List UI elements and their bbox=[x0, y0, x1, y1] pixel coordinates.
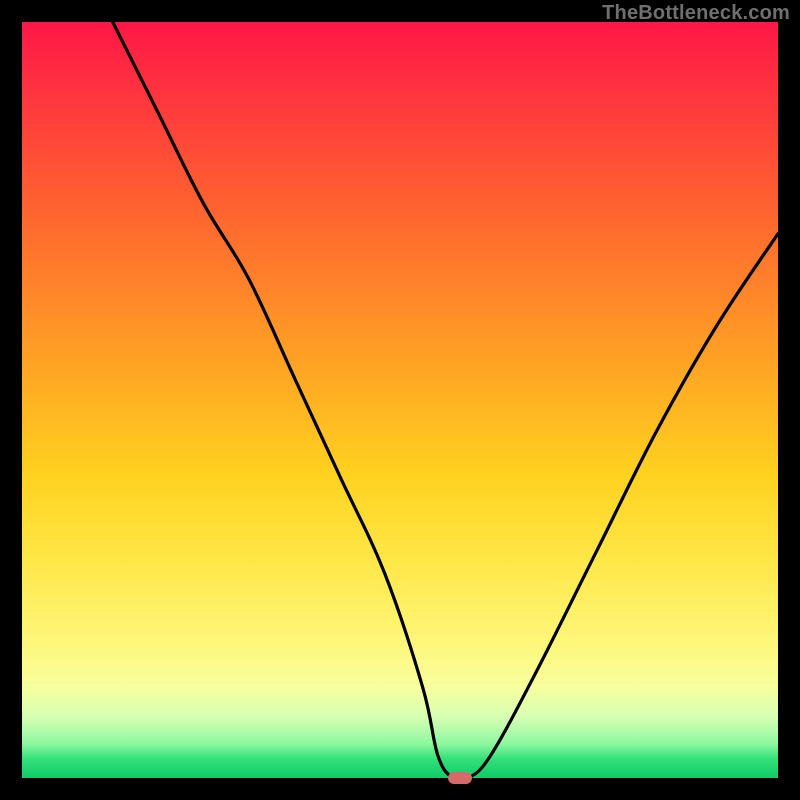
curve-layer bbox=[22, 22, 778, 778]
chart-frame: TheBottleneck.com bbox=[0, 0, 800, 800]
plot-area bbox=[22, 22, 778, 778]
optimal-marker bbox=[448, 772, 472, 784]
bottleneck-curve bbox=[113, 22, 778, 781]
